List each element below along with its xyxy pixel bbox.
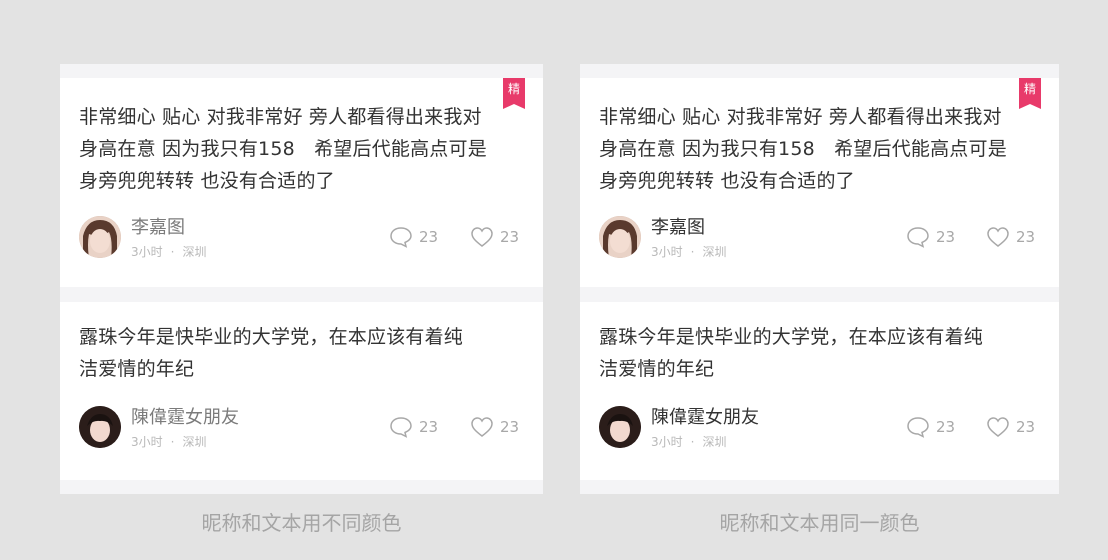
- heart-icon: [987, 227, 1009, 247]
- post-location: 深圳: [702, 435, 727, 449]
- avatar[interactable]: [599, 216, 641, 258]
- post-location: 深圳: [182, 245, 207, 259]
- post-info: 3小时 · 深圳: [651, 434, 726, 450]
- post-text: 非常细心 贴心 对我非常好 旁人都看得出来我对 身高在意 因为我只有158 希望…: [599, 106, 1007, 192]
- post-time: 3小时: [651, 245, 683, 259]
- comment-bubble-icon: [907, 417, 929, 438]
- post-text: 非常细心 贴心 对我非常好 旁人都看得出来我对 身高在意 因为我只有158 希望…: [79, 106, 487, 192]
- comment-bubble-icon: [390, 417, 412, 438]
- post-info: 3小时 · 深圳: [131, 434, 206, 450]
- comment-bubble-icon: [390, 227, 412, 248]
- post-info: 3小时 · 深圳: [651, 244, 726, 260]
- heart-icon: [471, 417, 493, 437]
- caption-same-color: 昵称和文本用同一颜色: [719, 511, 920, 535]
- post-info: 3小时 · 深圳: [131, 244, 206, 260]
- author-name[interactable]: 李嘉图: [131, 216, 185, 240]
- post-meta: 李嘉图 3小时 · 深圳 23 23: [599, 216, 1045, 260]
- author-name[interactable]: 李嘉图: [651, 216, 705, 240]
- author-name[interactable]: 陳偉霆女朋友: [651, 406, 759, 430]
- post-card[interactable]: 精 非常细心 贴心 对我非常好 旁人都看得出来我对 身高在意 因为我只有158 …: [580, 78, 1059, 287]
- heart-icon: [987, 417, 1009, 437]
- post-card[interactable]: 精 非常细心 贴心 对我非常好 旁人都看得出来我对 身高在意 因为我只有158 …: [60, 78, 543, 287]
- post-time: 3小时: [131, 435, 163, 449]
- comment-count: 23: [936, 418, 956, 436]
- post-time: 3小时: [131, 245, 163, 259]
- like-count: 23: [500, 418, 520, 436]
- caption-different-colors: 昵称和文本用不同颜色: [201, 511, 402, 535]
- author-name[interactable]: 陳偉霆女朋友: [131, 406, 239, 430]
- post-time: 3小时: [651, 435, 683, 449]
- avatar[interactable]: [79, 406, 121, 448]
- comment-count: 23: [419, 418, 439, 436]
- separator-dot: ·: [170, 245, 175, 259]
- avatar[interactable]: [79, 216, 121, 258]
- post-location: 深圳: [702, 245, 727, 259]
- post-card[interactable]: 露珠今年是快毕业的大学党，在本应该有着纯 洁爱情的年纪 陳偉霆女朋友 3小时 · 深…: [60, 302, 543, 480]
- like-count: 23: [500, 228, 520, 246]
- post-meta: 陳偉霆女朋友 3小时 · 深圳 23 23: [599, 406, 1045, 450]
- post-text: 露珠今年是快毕业的大学党，在本应该有着纯 洁爱情的年纪: [79, 326, 464, 380]
- separator-dot: ·: [690, 435, 695, 449]
- avatar[interactable]: [599, 406, 641, 448]
- like-count: 23: [1016, 418, 1036, 436]
- post-location: 深圳: [182, 435, 207, 449]
- separator-dot: ·: [170, 435, 175, 449]
- feed-panel-same-color: 精 非常细心 贴心 对我非常好 旁人都看得出来我对 身高在意 因为我只有158 …: [580, 64, 1059, 494]
- post-meta: 陳偉霆女朋友 3小时 · 深圳 23 23: [79, 406, 529, 450]
- post-text: 露珠今年是快毕业的大学党，在本应该有着纯 洁爱情的年纪: [599, 326, 984, 380]
- separator-dot: ·: [690, 245, 695, 259]
- comment-count: 23: [936, 228, 956, 246]
- like-count: 23: [1016, 228, 1036, 246]
- feed-panel-different-colors: 精 非常细心 贴心 对我非常好 旁人都看得出来我对 身高在意 因为我只有158 …: [60, 64, 543, 494]
- post-meta: 李嘉图 3小时 · 深圳 23 23: [79, 216, 529, 260]
- comment-count: 23: [419, 228, 439, 246]
- post-card[interactable]: 露珠今年是快毕业的大学党，在本应该有着纯 洁爱情的年纪 陳偉霆女朋友 3小时 · 深…: [580, 302, 1059, 480]
- comment-bubble-icon: [907, 227, 929, 248]
- heart-icon: [471, 227, 493, 247]
